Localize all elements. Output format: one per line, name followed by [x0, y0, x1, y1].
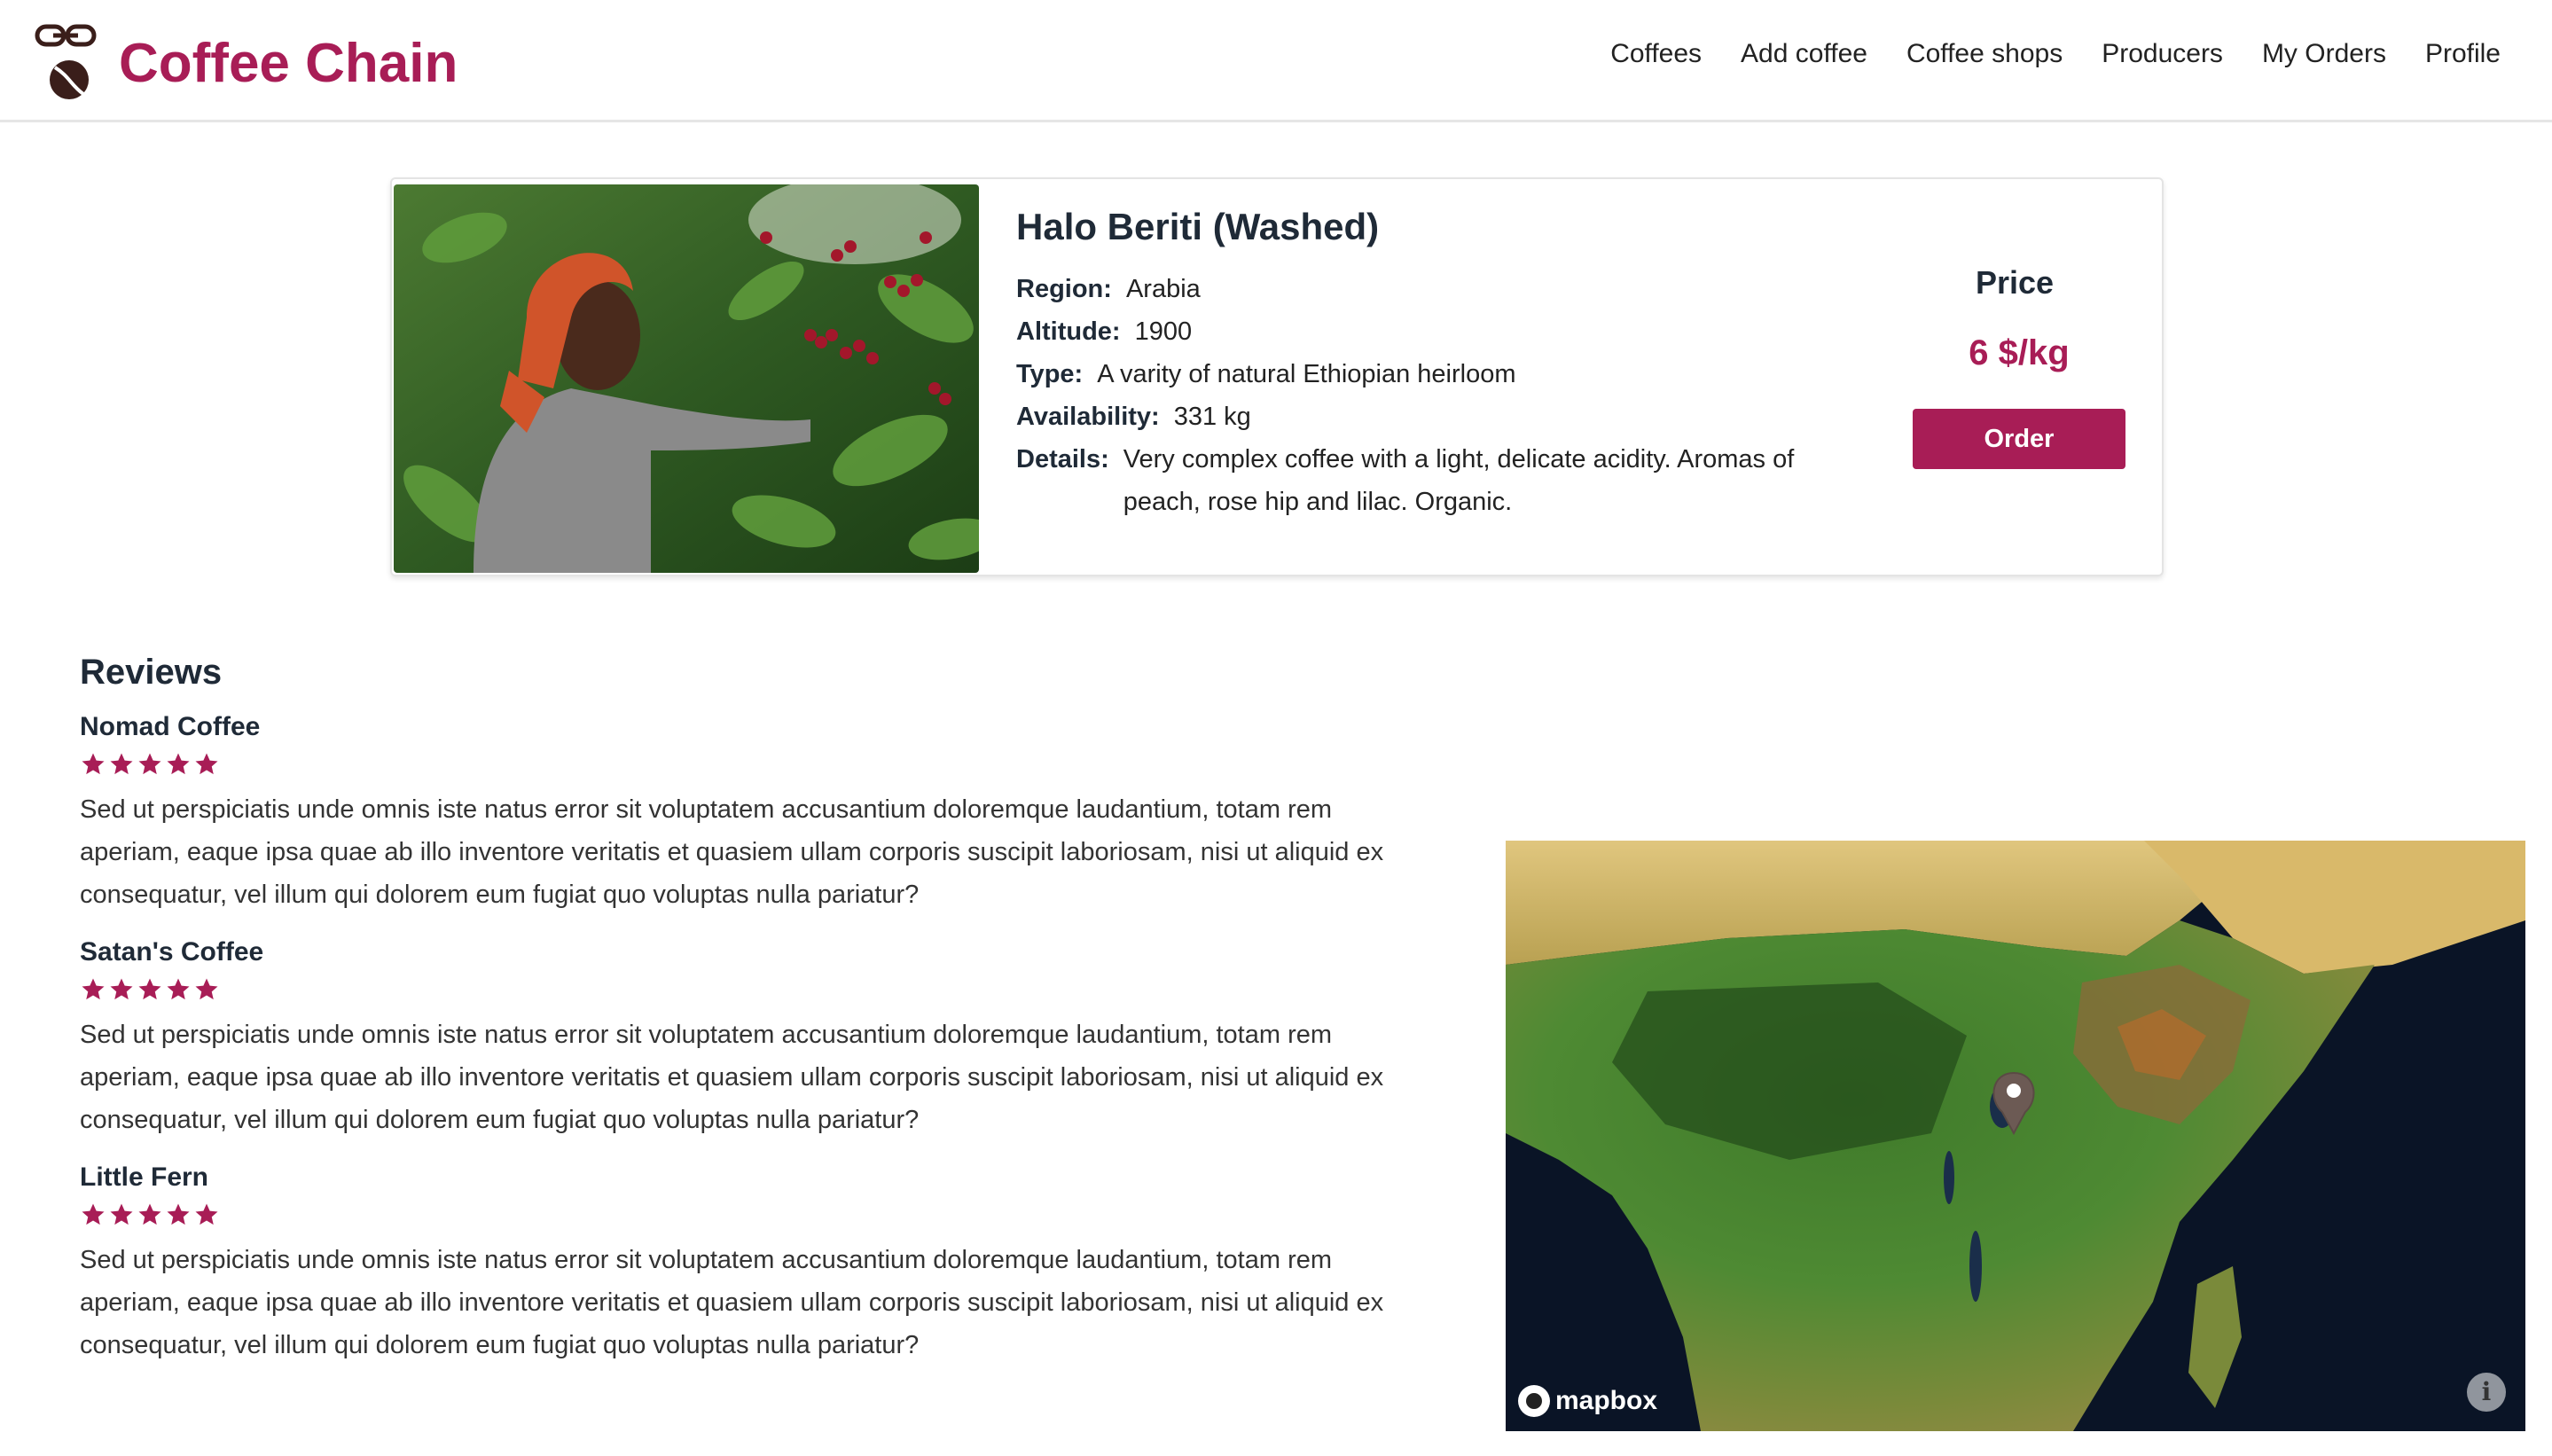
review-text: Sed ut perspiciatis unde omnis iste natu… [80, 1246, 1384, 1359]
mapbox-label: mapbox [1555, 1386, 1658, 1415]
star-icon [138, 1203, 161, 1225]
coffee-title: Halo Beriti (Washed) [1016, 206, 1380, 247]
details-value: Very complex coffee with a light, delica… [1123, 445, 1795, 516]
review-text: Sed ut perspiciatis unde omnis iste natu… [80, 1021, 1384, 1134]
reviews-section: Reviews Nomad Coffee Sed ut perspiciatis… [80, 653, 1428, 1388]
star-icon [195, 978, 218, 1000]
review-item: Nomad Coffee Sed ut perspiciatis unde om… [80, 712, 1428, 916]
top-navbar: Coffee Chain Coffees Add coffee Coffee s… [0, 0, 2552, 122]
star-icon [195, 1203, 218, 1225]
info-icon[interactable]: i [2467, 1373, 2506, 1412]
review-author: Satan's Coffee [80, 937, 264, 967]
nav-coffee-shops[interactable]: Coffee shops [1906, 39, 2063, 69]
review-item: Satan's Coffee Sed ut perspiciatis unde … [80, 937, 1428, 1141]
coffee-farmer-photo [394, 184, 979, 573]
type-label: Type: [1016, 360, 1084, 388]
star-rating [80, 976, 1428, 1006]
coffee-detail-card: Halo Beriti (Washed) Region: Arabia Alti… [390, 177, 2164, 576]
review-author: Little Fern [80, 1162, 209, 1192]
star-icon [82, 753, 105, 775]
order-button[interactable]: Order [1913, 409, 2125, 469]
review-item: Little Fern Sed ut perspiciatis unde omn… [80, 1162, 1428, 1366]
map-satellite-layer[interactable] [1506, 841, 2525, 1431]
price-box: Price 6 $/kg Order [1908, 264, 2130, 469]
availability-value: 331 kg [1173, 403, 1251, 431]
review-text: Sed ut perspiciatis unde omnis iste natu… [80, 795, 1384, 909]
brand-title[interactable]: Coffee Chain [119, 32, 458, 95]
nav-add-coffee[interactable]: Add coffee [1741, 39, 1867, 69]
region-label: Region: [1016, 275, 1112, 303]
price-value: 6 $/kg [1969, 333, 2070, 372]
main-nav: Coffees Add coffee Coffee shops Producer… [1610, 39, 2501, 69]
type-value: A varity of natural Ethiopian heirloom [1097, 360, 1516, 388]
nav-producers[interactable]: Producers [2102, 39, 2223, 69]
star-rating [80, 751, 1428, 781]
star-icon [195, 753, 218, 775]
star-icon [138, 978, 161, 1000]
price-label: Price [1975, 264, 2055, 301]
nav-profile[interactable]: Profile [2425, 39, 2501, 69]
star-icon [167, 753, 190, 775]
star-icon [110, 1203, 133, 1225]
review-author: Nomad Coffee [80, 712, 261, 741]
reviews-heading: Reviews [80, 653, 223, 692]
nav-coffees[interactable]: Coffees [1610, 39, 1702, 69]
nav-my-orders[interactable]: My Orders [2262, 39, 2386, 69]
star-icon [110, 978, 133, 1000]
details-label: Details: [1016, 445, 1109, 474]
star-icon [167, 1203, 190, 1225]
mapbox-logo-icon[interactable]: mapbox [1518, 1385, 1657, 1417]
mapbox-mark-icon [1518, 1385, 1550, 1417]
star-icon [167, 978, 190, 1000]
altitude-label: Altitude: [1016, 317, 1121, 346]
origin-map[interactable]: mapbox i [1506, 841, 2525, 1431]
availability-label: Availability: [1016, 403, 1160, 431]
coffee-chain-logo-icon[interactable] [34, 21, 105, 103]
star-icon [138, 753, 161, 775]
altitude-value: 1900 [1134, 317, 1193, 346]
star-icon [82, 1203, 105, 1225]
star-icon [82, 978, 105, 1000]
star-icon [110, 753, 133, 775]
star-rating [80, 1202, 1428, 1232]
region-value: Arabia [1125, 275, 1201, 303]
